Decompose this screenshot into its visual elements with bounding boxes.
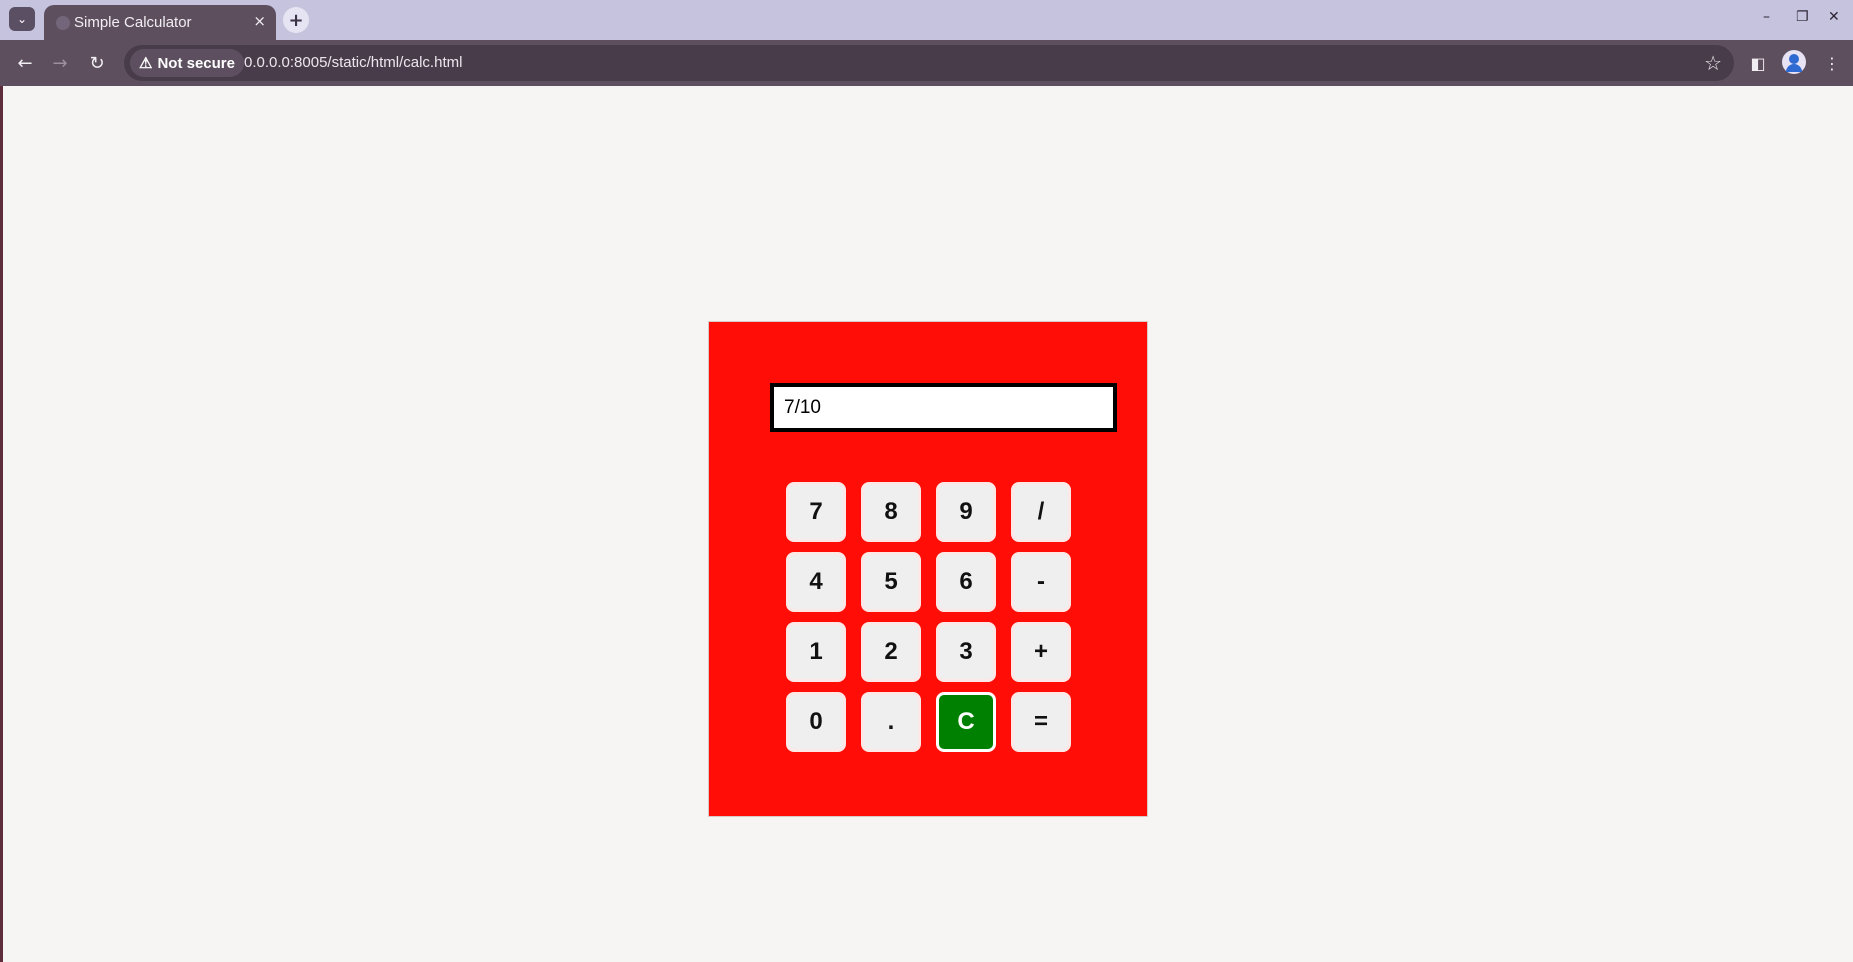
key-4[interactable]: 4 bbox=[786, 552, 846, 612]
key-8[interactable]: 8 bbox=[861, 482, 921, 542]
close-icon[interactable]: × bbox=[253, 12, 266, 30]
close-window-icon[interactable]: ✕ bbox=[1828, 9, 1840, 25]
equals-button[interactable]: = bbox=[1011, 692, 1071, 752]
address-bar[interactable]: ⚠ Not secure 0.0.0.0:8005/static/html/ca… bbox=[124, 45, 1734, 81]
key-1[interactable]: 1 bbox=[786, 622, 846, 682]
globe-icon bbox=[56, 16, 70, 30]
tab-search-button[interactable]: ⌄ bbox=[9, 7, 35, 31]
clear-button[interactable]: C bbox=[936, 692, 996, 752]
forward-arrow-icon[interactable]: → bbox=[47, 50, 73, 76]
key-7[interactable]: 7 bbox=[786, 482, 846, 542]
key-0[interactable]: 0 bbox=[786, 692, 846, 752]
profile-avatar-icon[interactable] bbox=[1782, 50, 1806, 74]
browser-toolbar: ← → ↻ ⚠ Not secure 0.0.0.0:8005/static/h… bbox=[0, 40, 1853, 86]
key-divide[interactable]: / bbox=[1011, 482, 1071, 542]
calculator: 7 8 9 / 4 5 6 - 1 2 3 + 0 . C = bbox=[708, 321, 1148, 817]
bookmark-star-icon[interactable]: ☆ bbox=[1704, 51, 1722, 75]
reload-icon[interactable]: ↻ bbox=[84, 50, 110, 76]
key-decimal[interactable]: . bbox=[861, 692, 921, 752]
security-label: Not secure bbox=[157, 54, 235, 72]
url-text[interactable]: 0.0.0.0:8005/static/html/calc.html bbox=[244, 54, 462, 71]
security-chip[interactable]: ⚠ Not secure bbox=[130, 49, 244, 77]
key-6[interactable]: 6 bbox=[936, 552, 996, 612]
menu-kebab-icon[interactable]: ⋮ bbox=[1819, 50, 1845, 76]
warning-icon: ⚠ bbox=[139, 55, 153, 72]
window-edge bbox=[0, 86, 3, 962]
tab-bar: ⌄ Simple Calculator × + – ❐ ✕ bbox=[0, 0, 1853, 40]
key-5[interactable]: 5 bbox=[861, 552, 921, 612]
key-3[interactable]: 3 bbox=[936, 622, 996, 682]
chevron-down-icon: ⌄ bbox=[16, 12, 28, 26]
key-add[interactable]: + bbox=[1011, 622, 1071, 682]
key-9[interactable]: 9 bbox=[936, 482, 996, 542]
calculator-display[interactable] bbox=[770, 383, 1117, 432]
key-2[interactable]: 2 bbox=[861, 622, 921, 682]
browser-tab[interactable]: Simple Calculator × bbox=[44, 5, 276, 40]
restore-icon[interactable]: ❐ bbox=[1796, 9, 1809, 25]
back-arrow-icon[interactable]: ← bbox=[12, 50, 38, 76]
key-subtract[interactable]: - bbox=[1011, 552, 1071, 612]
minimize-icon[interactable]: – bbox=[1763, 9, 1770, 25]
tab-title: Simple Calculator bbox=[74, 14, 192, 31]
keypad: 7 8 9 / 4 5 6 - 1 2 3 + 0 . C = bbox=[786, 482, 1071, 752]
side-panel-icon[interactable]: ◧ bbox=[1745, 50, 1771, 76]
new-tab-button[interactable]: + bbox=[283, 7, 309, 33]
